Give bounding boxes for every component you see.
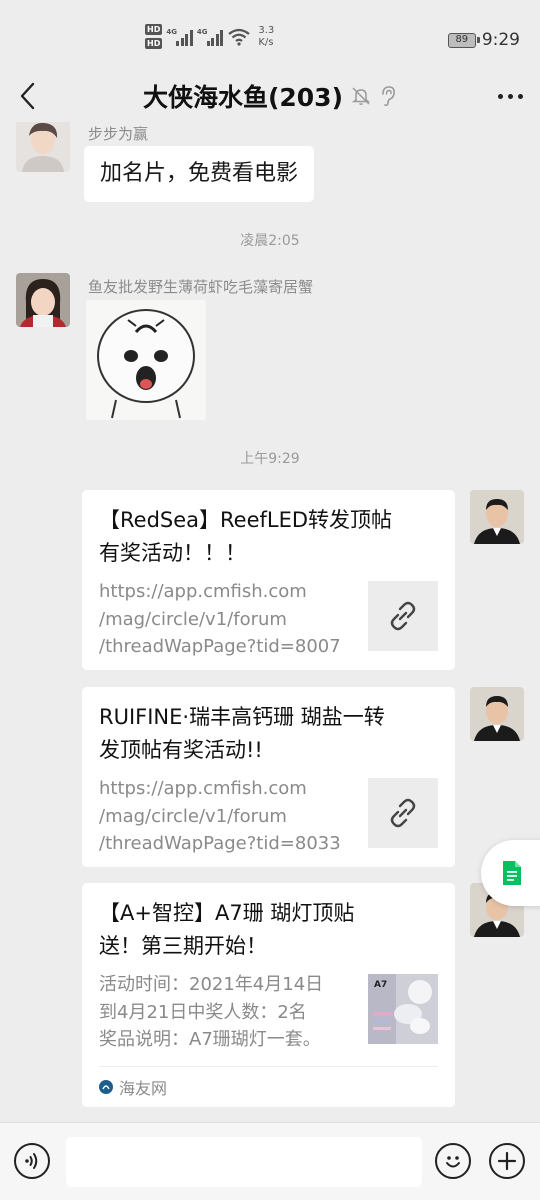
input-bar: [0, 1122, 540, 1200]
hd-badge-2: HD: [145, 38, 163, 49]
more-button[interactable]: [492, 78, 528, 114]
sender-name: 步步为赢: [88, 125, 149, 143]
card-desc-line-1: https://app.cmfish.com: [99, 778, 307, 799]
status-bar: HD HD 4G 4G 3.3 K/s 89 9:29: [0, 0, 540, 70]
network-type-1: 4G: [166, 27, 177, 36]
chat-header: 大侠海水鱼(203): [0, 70, 540, 122]
card-description: https://app.cmfish.com /mag/circle/v1/fo…: [99, 578, 354, 661]
chat-title-area: 大侠海水鱼(203): [0, 78, 540, 114]
avatar-sender-2[interactable]: [16, 273, 70, 327]
thumb-label: A7: [374, 980, 387, 990]
avatar-sender-1[interactable]: [16, 122, 70, 172]
floating-document-button[interactable]: [481, 840, 540, 906]
card-thumbnail: [368, 778, 438, 848]
timestamp: 上午9:29: [240, 451, 300, 467]
card-title: 【RedSea】ReefLED转发顶帖 有奖活动！！！: [99, 504, 438, 570]
avatar-image: [470, 687, 524, 741]
sticker-face: [97, 309, 195, 419]
card-title-line-2: 送！第三期开始！: [99, 934, 267, 958]
voice-icon: [25, 1153, 38, 1169]
avatar-self[interactable]: [470, 687, 524, 741]
emoji-icon: [446, 1156, 460, 1168]
card-desc-line-2: 到4月21日中奖人数：2名: [99, 1001, 307, 1023]
link-icon: [390, 798, 416, 828]
speed-value: 3.3: [258, 24, 275, 36]
avatar-image: [16, 122, 70, 172]
sender-name: 鱼友批发野生薄荷虾吃毛藻寄居蟹: [88, 278, 314, 296]
message-input[interactable]: [66, 1137, 422, 1187]
link-card-2[interactable]: RUIFINE·瑞丰高钙珊 瑚盐一转 发顶帖有奖活动!! https://app…: [82, 687, 455, 867]
sticker-image[interactable]: [86, 300, 206, 420]
source-logo-icon: [99, 1079, 113, 1094]
more-dot-3: [517, 93, 523, 99]
wifi-icon: [228, 28, 251, 46]
card-desc-line-3: 奖品说明：A7珊瑚灯一套。: [99, 1029, 321, 1050]
message-bubble[interactable]: 加名片，免费看电影: [84, 146, 315, 202]
card-desc-line-3: /threadWapPage?tid=8033: [99, 833, 341, 854]
status-left: HD HD 4G 4G 3.3 K/s: [145, 24, 274, 49]
document-icon: [503, 861, 521, 885]
avatar-self[interactable]: [470, 490, 524, 544]
card-title-line-1: 【A+智控】A7珊 瑚灯顶贴: [99, 901, 355, 925]
card-title: 【A+智控】A7珊 瑚灯顶贴 送！第三期开始！: [99, 897, 438, 963]
status-right: 89 9:29: [447, 30, 520, 50]
network-speed: 3.3 K/s: [258, 25, 274, 49]
ear-icon: [382, 86, 395, 107]
chat-title[interactable]: 大侠海水鱼(203): [143, 78, 343, 114]
article-card[interactable]: 【A+智控】A7珊 瑚灯顶贴 送！第三期开始！ 活动时间：2021年4月14日 …: [82, 883, 455, 1107]
link-card-1[interactable]: 【RedSea】ReefLED转发顶帖 有奖活动！！！ https://app.…: [82, 490, 455, 670]
card-image-thumbnail: A7: [368, 974, 438, 1044]
avatar-image: [16, 273, 70, 327]
source-name: 海友网: [119, 1078, 168, 1098]
voice-button[interactable]: [14, 1143, 50, 1179]
signal-icon: 4G: [166, 28, 193, 46]
more-dot-2: [507, 93, 513, 99]
avatar-image: [470, 490, 524, 544]
card-description: 活动时间：2021年4月14日 到4月21日中奖人数：2名 奖品说明：A7珊瑚灯…: [99, 971, 354, 1054]
card-desc-line-1: https://app.cmfish.com: [99, 581, 307, 602]
hd-badge-1: HD: [145, 24, 163, 35]
mute-bell-icon: [351, 87, 371, 105]
chat-area[interactable]: 步步为赢 加名片，免费看电影 凌晨2:05 鱼友批发野生薄荷虾吃毛藻寄居蟹 上午…: [0, 122, 540, 1122]
card-title-line-2: 发顶帖有奖活动!!: [99, 738, 263, 762]
signal-icon-2: 4G: [197, 28, 224, 46]
timestamp: 凌晨2:05: [240, 233, 300, 249]
card-desc-line-1: 活动时间：2021年4月14日: [99, 974, 324, 995]
card-title-line-1: RUIFINE·瑞丰高钙珊 瑚盐一转: [99, 705, 385, 729]
product-image: A7: [368, 974, 438, 1044]
card-desc-line-2: /mag/circle/v1/forum: [99, 805, 287, 827]
speed-unit: K/s: [258, 36, 274, 48]
network-type-2: 4G: [196, 27, 208, 36]
card-title: RUIFINE·瑞丰高钙珊 瑚盐一转 发顶帖有奖活动!!: [99, 701, 438, 767]
card-desc-line-2: /mag/circle/v1/forum: [99, 608, 287, 630]
card-source: 海友网: [99, 1065, 438, 1099]
plus-button[interactable]: [489, 1143, 525, 1179]
card-title-line-1: 【RedSea】ReefLED转发顶帖: [99, 508, 393, 532]
plus-icon: [497, 1151, 517, 1171]
battery-icon: 89: [447, 32, 480, 48]
emoji-button[interactable]: [435, 1143, 471, 1179]
card-desc-line-3: /threadWapPage?tid=8007: [99, 636, 341, 657]
card-description: https://app.cmfish.com /mag/circle/v1/fo…: [99, 775, 354, 858]
status-time: 9:29: [481, 30, 520, 50]
hd-icon: HD HD: [145, 24, 163, 49]
card-thumbnail: [368, 581, 438, 651]
more-dot-1: [497, 93, 503, 99]
card-title-line-2: 有奖活动！！！: [99, 541, 246, 565]
link-icon: [390, 601, 416, 631]
